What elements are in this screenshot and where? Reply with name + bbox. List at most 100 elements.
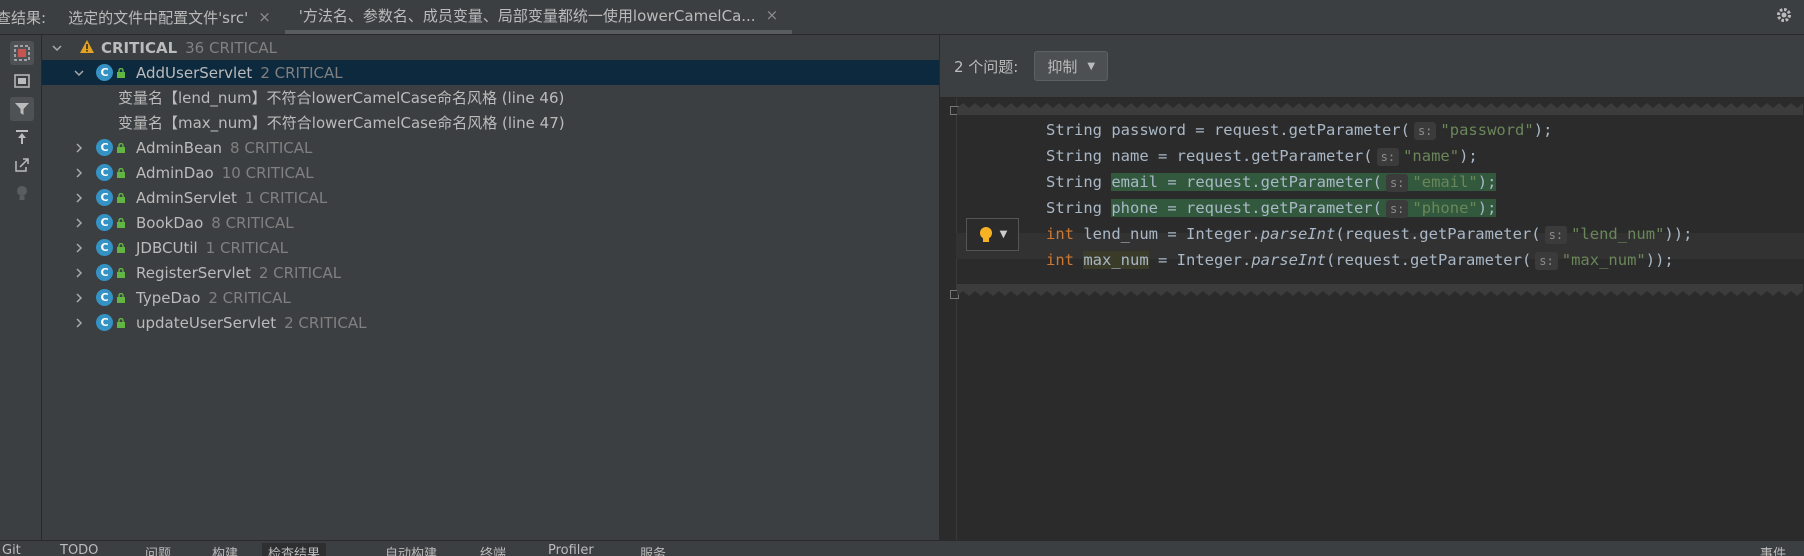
class-name: TypeDao [136,288,201,307]
tool-window-build[interactable]: 构建 [212,543,238,556]
event-log-link[interactable]: 事件 [1760,543,1786,556]
class-name: BookDao [136,213,204,232]
code-line: String name = request.getParameter(s: "na… [1046,147,1478,166]
gear-icon[interactable] [1774,6,1794,26]
lock-icon [117,217,125,228]
tool-window-git[interactable]: Git [2,543,21,556]
filter-icon[interactable] [10,97,34,121]
tree-item-class[interactable]: C AdminServlet 1 CRITICAL [42,185,939,210]
tool-window-services[interactable]: 服务 [640,543,666,556]
tab-lowercamelcase-rule[interactable]: '方法名、参数名、成员变量、局部变量都统一使用lowerCamelCa... × [284,0,793,34]
chevron-right-icon[interactable] [72,316,86,330]
class-icon: C [96,239,113,256]
problem-count-label: 2 个问题: [954,57,1019,76]
chevron-right-icon[interactable] [72,216,86,230]
class-count: 8 CRITICAL [230,138,313,157]
suppress-dropdown[interactable]: 抑制 ▼ [1034,51,1109,81]
class-icon: C [96,189,113,206]
class-count: 2 CRITICAL [258,263,342,282]
close-icon[interactable]: × [766,6,779,24]
tree-item-class[interactable]: C AdminBean 8 CRITICAL [42,135,939,160]
folded-region-bottom-icon [957,284,1803,296]
lock-icon [117,317,125,328]
class-name: AdminBean [136,138,223,157]
class-icon: C [96,139,113,156]
tree-root-critical[interactable]: CRITICAL 36 CRITICAL [42,35,939,60]
class-count: 10 CRITICAL [221,163,314,182]
chevron-right-icon[interactable] [72,291,86,305]
class-count: 8 CRITICAL [211,213,294,232]
tab-src-config[interactable]: 选定的文件中配置文件'src' × [54,0,285,34]
chevron-down-icon[interactable] [50,41,64,55]
tab-label: '方法名、参数名、成员变量、局部变量都统一使用lowerCamelCa... [298,6,756,25]
inspection-icon[interactable] [10,41,34,65]
problem-item[interactable]: 变量名【max_num】不符合lowerCamelCase命名风格 (line … [42,110,939,135]
class-name: RegisterServlet [136,263,251,282]
intention-actions-button[interactable]: ▼ [966,218,1019,251]
class-name: updateUserServlet [136,313,277,332]
tool-window-profiler[interactable]: Profiler [548,543,594,556]
chevron-down-icon: ▼ [1087,60,1096,72]
tool-window-auto-build[interactable]: 自动构建 [385,543,437,556]
tree-item-class[interactable]: C TypeDao 2 CRITICAL [42,285,939,310]
class-count: 1 CRITICAL [244,188,328,207]
class-icon: C [96,314,113,331]
tree-item-class[interactable]: C BookDao 8 CRITICAL [42,210,939,235]
export-icon[interactable] [10,125,34,149]
tree-item-class[interactable]: C AdminDao 10 CRITICAL [42,160,939,185]
tree-item-addUserServlet[interactable]: C AddUserServlet 2 CRITICAL [42,60,939,85]
chevron-right-icon[interactable] [72,191,86,205]
class-count: 1 CRITICAL [205,238,288,257]
class-name: AdminDao [136,163,214,182]
severity-count: 36 CRITICAL [185,38,277,57]
warning-icon [80,39,94,57]
code-line: String email = request.getParameter(s: "e… [1046,173,1497,192]
chevron-down-icon: ▼ [999,229,1008,240]
close-icon[interactable]: × [258,8,271,26]
tree-item-class[interactable]: C JDBCUtil 1 CRITICAL [42,235,939,260]
chevron-right-icon[interactable] [72,241,86,255]
chevron-right-icon[interactable] [72,166,86,180]
tab-label: 选定的文件中配置文件'src' [68,8,249,27]
class-count: 2 CRITICAL [260,63,343,82]
class-icon: C [96,214,113,231]
tree-item-class[interactable]: CupdateUserServlet 2 CRITICAL [42,310,939,335]
lock-icon [117,192,125,203]
chevron-down-icon[interactable] [72,66,86,80]
group-icon[interactable] [10,69,34,93]
results-tab-bar: 查结果: 选定的文件中配置文件'src' × '方法名、参数名、成员变量、局部变… [0,0,1804,35]
lightbulb-icon [10,181,34,205]
problem-description: 变量名【max_num】不符合lowerCamelCase命名风格 (line … [118,114,565,132]
tool-window-problems[interactable]: 问题 [145,543,171,556]
results-prefix-label: 查结果: [0,8,47,27]
lock-icon [117,167,125,178]
severity-label: CRITICAL [101,38,178,57]
lock-icon [117,142,125,153]
gutter-divider [956,98,957,540]
suppress-label: 抑制 [1047,57,1078,76]
lightbulb-icon [979,226,992,242]
chevron-right-icon[interactable] [72,266,86,280]
class-name: JDBCUtil [136,238,198,257]
folded-region-top-icon [957,103,1803,115]
class-icon: C [96,64,113,81]
class-count: 2 CRITICAL [208,288,291,307]
class-name: AddUserServlet [136,63,253,82]
class-name: AdminServlet [136,188,237,207]
tool-window-todo[interactable]: TODO [60,543,98,556]
lock-icon [117,67,125,78]
class-icon: C [96,289,113,306]
code-line: int max_num = Integer.parseInt(request.g… [1046,251,1674,270]
code-line: String password = request.getParameter(s… [1046,121,1553,140]
problem-item[interactable]: 变量名【lend_num】不符合lowerCamelCase命名风格 (line… [42,85,939,110]
tool-window-inspection-results[interactable]: 检查结果 [262,543,327,556]
chevron-right-icon[interactable] [72,141,86,155]
class-icon: C [96,264,113,281]
navigate-icon[interactable] [10,153,34,177]
lock-icon [117,242,125,253]
problem-detail-header: 2 个问题: 抑制 ▼ [940,35,1804,98]
tool-window-bar: Git TODO 问题 构建 检查结果 自动构建 终端 Profiler 服务 … [0,540,1804,556]
tool-window-terminal[interactable]: 终端 [480,543,506,556]
tree-item-class[interactable]: C RegisterServlet 2 CRITICAL [42,260,939,285]
problems-tree: CRITICAL 36 CRITICAL C AddUserServlet 2 … [42,35,940,540]
